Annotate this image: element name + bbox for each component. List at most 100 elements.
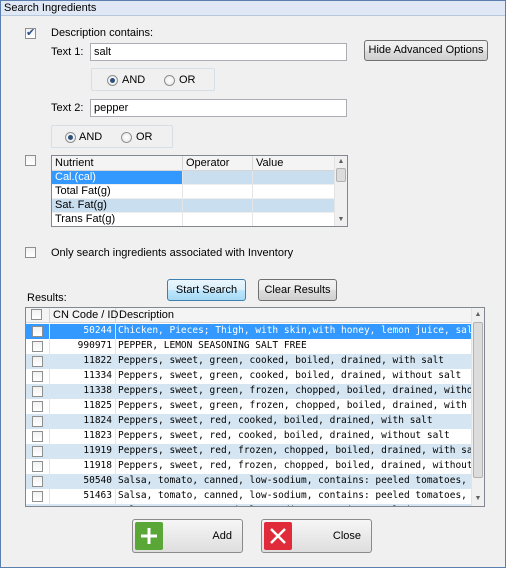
result-row[interactable]: 50540 Salsa, tomato, canned, low-sodium, … [26,474,472,489]
nutrient-name: Cal.(cal) [52,171,183,185]
result-row[interactable]: 51463 Salsa, tomato, canned, low-sodium, … [26,489,472,504]
row-cn-code: 990971 [50,339,116,354]
row-select-checkbox[interactable] [32,431,43,442]
result-row[interactable]: 11334 Peppers, sweet, green, cooked, boil… [26,369,472,384]
row-description: Peppers, sweet, red, cooked, boiled, dra… [118,430,450,441]
result-row[interactable]: 11918 Peppers, sweet, red, frozen, choppe… [26,459,472,474]
column-header-cn-code[interactable]: CN Code / ID [50,308,118,323]
row-select-cell [26,414,50,429]
nutrient-value[interactable] [253,185,335,199]
row-select-cell [26,489,50,504]
row-select-checkbox[interactable] [32,341,43,352]
row-select-checkbox[interactable] [32,356,43,367]
select-all-checkbox[interactable] [31,309,42,320]
results-scrollbar[interactable]: ▲ ▼ [471,308,484,506]
row-select-checkbox[interactable] [32,416,43,427]
row-description: PEPPER, LEMON SEASONING SALT FREE [118,340,307,351]
result-row[interactable]: 11824 Peppers, sweet, red, cooked, boiled… [26,414,472,429]
nutrient-operator[interactable] [183,171,253,185]
nutrient-value[interactable] [253,199,335,213]
op2-or-radio[interactable] [121,132,132,143]
row-cn-code: 51463 [50,489,116,504]
nutrient-operator[interactable] [183,185,253,199]
op1-and-radio[interactable] [107,75,118,86]
inventory-label: Only search ingredients associated with … [51,247,294,259]
scroll-up-icon[interactable]: ▲ [472,310,484,320]
result-row[interactable]: 11825 Peppers, sweet, green, frozen, chop… [26,399,472,414]
inventory-checkbox[interactable] [25,247,36,258]
result-row[interactable]: 990971 PEPPER, LEMON SEASONING SALT FREE [26,339,472,354]
scroll-up-icon[interactable]: ▲ [335,157,347,167]
result-row[interactable]: 11338 Peppers, sweet, green, frozen, chop… [26,384,472,399]
row-select-cell [26,339,50,354]
op1-or-radio[interactable] [164,75,175,86]
x-icon [264,522,292,550]
nutrient-value[interactable] [253,171,335,185]
nutrient-row[interactable]: Sat. Fat(g) [52,199,335,213]
op1-or-label: OR [179,74,196,86]
nutrient-row[interactable]: Cal.(cal) [52,171,335,185]
row-cn-code: 11334 [50,369,116,384]
text2-label: Text 2: [51,102,84,114]
column-header-description[interactable]: Description [116,308,472,323]
op2-and-radio[interactable] [65,132,76,143]
row-select-checkbox[interactable] [32,491,43,502]
close-button[interactable]: Close [261,519,372,553]
op2-radio-group: AND OR [51,125,173,148]
row-select-checkbox[interactable] [32,401,43,412]
row-cn-code: 51462 [50,504,116,506]
row-cn-code: 11338 [50,384,116,399]
scroll-down-icon[interactable]: ▼ [335,215,347,225]
row-select-checkbox[interactable] [32,371,43,382]
result-row[interactable]: 50244 Chicken, Pieces; Thigh, with skin,w… [26,324,472,339]
result-row[interactable]: 11919 Peppers, sweet, red, frozen, choppe… [26,444,472,459]
row-select-cell [26,354,50,369]
row-select-checkbox[interactable] [32,326,43,337]
result-row[interactable]: 11822 Peppers, sweet, green, cooked, boil… [26,354,472,369]
column-header-nutrient[interactable]: Nutrient [52,156,183,171]
nutrient-row[interactable]: Trans Fat(g) [52,213,335,226]
plus-icon [135,522,163,550]
row-description: Peppers, sweet, red, frozen, chopped, bo… [118,445,472,456]
scroll-thumb[interactable] [336,168,346,182]
row-select-cell [26,324,50,339]
op2-and-label: AND [79,131,103,143]
nutrient-grid-scrollbar[interactable]: ▲ ▼ [334,156,347,226]
row-select-checkbox[interactable] [32,476,43,487]
nutrient-operator[interactable] [183,199,253,213]
column-header-value[interactable]: Value [253,156,335,171]
scroll-thumb[interactable] [473,322,483,478]
row-select-checkbox[interactable] [32,506,43,507]
row-description: Salsa, tomato, canned, low-sodium, conta… [116,504,472,506]
result-row[interactable]: 11823 Peppers, sweet, red, cooked, boiled… [26,429,472,444]
nutrient-filter-checkbox[interactable] [25,155,36,166]
column-header-operator[interactable]: Operator [183,156,253,171]
start-search-button[interactable]: Start Search [167,279,246,301]
text1-input[interactable]: salt [90,43,347,61]
nutrient-row[interactable]: Total Fat(g) [52,185,335,199]
result-row[interactable]: 51462Salsa, tomato, canned, low-sodium, … [26,504,472,507]
row-cn-code: 11824 [50,414,116,429]
row-select-cell [26,504,50,507]
row-select-checkbox[interactable] [32,386,43,397]
nutrient-value[interactable] [253,213,335,226]
clear-results-button[interactable]: Clear Results [258,279,337,301]
description-checkbox[interactable] [25,26,36,39]
row-cn-code: 11822 [50,354,116,369]
description-label: Description contains: [51,27,154,39]
row-select-checkbox[interactable] [32,446,43,457]
text2-input[interactable]: pepper [90,99,347,117]
nutrient-operator[interactable] [183,213,253,226]
row-description: Peppers, sweet, green, frozen, chopped, … [118,400,472,411]
row-description: Chicken, Pieces; Thigh, with skin,with h… [118,325,472,336]
row-description: Peppers, sweet, green, cooked, boiled, d… [118,355,445,366]
add-button[interactable]: Add [132,519,243,553]
hide-advanced-options-button[interactable]: Hide Advanced Options [364,40,488,61]
row-select-cell [26,429,50,444]
row-cn-code: 50244 [50,324,116,339]
select-all-header [26,308,50,323]
row-select-checkbox[interactable] [32,461,43,472]
row-select-cell [26,474,50,489]
row-cn-code: 50540 [50,474,116,489]
scroll-down-icon[interactable]: ▼ [472,494,484,504]
